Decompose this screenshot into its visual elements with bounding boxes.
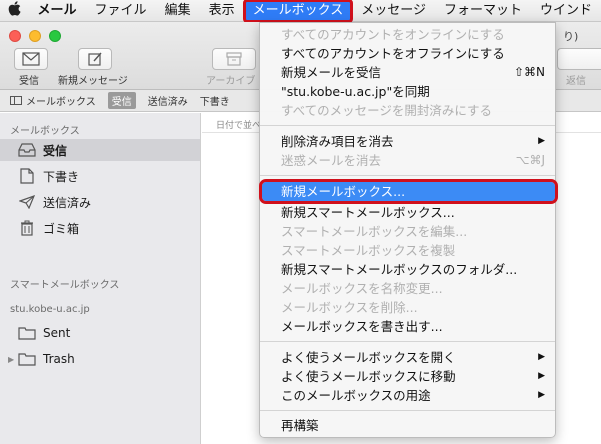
sidebar-item-trash[interactable]: ゴミ箱 [0, 217, 200, 239]
menu-item-erase-junk: 迷惑メールを消去 ⌥⌘J [260, 151, 555, 170]
new-message-label: 新規メッセージ [58, 76, 128, 87]
new-message-button[interactable] [78, 48, 112, 70]
menu-edit[interactable]: 編集 [156, 0, 200, 22]
menu-item-label: 迷惑メールを消去 [281, 153, 382, 168]
menu-item-all-offline[interactable]: すべてのアカウントをオフラインにする [260, 44, 555, 63]
menu-item-new-mailbox[interactable]: 新規メールボックス... [259, 179, 558, 204]
window-title-fragment: り) [563, 30, 579, 43]
menu-item-shortcut: ⇧⌘N [513, 65, 545, 79]
menu-item-label: 削除済み項目を消去 [281, 134, 394, 149]
folder-icon [18, 325, 36, 341]
sidebar-item-inbox[interactable]: 受信 [0, 139, 200, 161]
favorites-sent[interactable]: 送信済み [148, 93, 188, 108]
sidebar-account-header[interactable]: stu.kobe-u.ac.jp [10, 304, 90, 315]
menu-view[interactable]: 表示 [200, 0, 244, 22]
menu-item-edit-smart-mailbox: スマートメールボックスを編集... [281, 224, 468, 239]
reply-label: 返信 [566, 76, 586, 87]
menu-item-erase-deleted[interactable]: 削除済み項目を消去 ▶ [260, 132, 555, 151]
menu-message[interactable]: メッセージ [352, 0, 435, 22]
menu-item-use-this-mailbox-for[interactable]: このメールボックスの用途 ▶ [260, 386, 555, 405]
menu-item-rebuild[interactable]: 再構築 [260, 416, 555, 435]
menu-bar: メール ファイル 編集 表示 メールボックス メッセージ フォーマット ウインド [0, 0, 601, 23]
favorites-inbox[interactable]: 受信 [107, 92, 136, 109]
menu-item-label: よく使うメールボックスを開く [281, 350, 456, 365]
submenu-arrow-icon: ▶ [538, 136, 545, 146]
menu-mailbox[interactable]: メールボックス [242, 0, 354, 23]
sidebar: メールボックス 受信 下書き 送信済み ゴミ箱 スマートメールボックス stu.… [0, 113, 201, 444]
menu-item-go-to-favorite[interactable]: よく使うメールボックスを開く ▶ [260, 348, 555, 367]
submenu-arrow-icon: ▶ [538, 371, 545, 381]
menu-item-duplicate-smart-mailbox: スマートメールボックスを複製 [281, 243, 456, 258]
menu-item-mark-all-read: すべてのメッセージを開封済みにする [281, 103, 493, 118]
menu-window[interactable]: ウインド [531, 0, 601, 22]
compose-icon [88, 52, 102, 66]
inbox-tray-icon [18, 142, 36, 158]
favorites-drafts[interactable]: 下書き [200, 93, 230, 108]
close-window-button[interactable] [9, 30, 21, 42]
sidebar-toggle-icon [10, 96, 22, 105]
envelope-icon [22, 52, 40, 66]
menu-item-shortcut: ⌥⌘J [515, 153, 545, 167]
menu-separator [260, 125, 555, 126]
menu-separator [260, 341, 555, 342]
menu-item-new-smart-mailbox-folder[interactable]: 新規スマートメールボックスのフォルダ... [260, 260, 555, 279]
menu-item-label: 新規メールを受信 [281, 65, 382, 80]
menu-item-label: よく使うメールボックスに移動 [281, 369, 456, 384]
paper-plane-icon [18, 194, 36, 210]
mailbox-menu-dropdown: すべてのアカウントをオンラインにする すべてのアカウントをオフラインにする 新規… [259, 22, 558, 438]
menu-item-rename-mailbox: メールボックスを名称変更... [281, 281, 443, 296]
apple-menu-icon[interactable] [0, 1, 29, 20]
sidebar-item-sent-folder[interactable]: Sent [0, 322, 200, 344]
archive-button[interactable] [212, 48, 256, 70]
sidebar-item-label: ゴミ箱 [43, 221, 80, 236]
menu-mail[interactable]: メール [29, 0, 86, 22]
folder-icon [18, 351, 36, 367]
document-icon [18, 168, 36, 184]
menu-file[interactable]: ファイル [86, 0, 156, 22]
zoom-window-button[interactable] [49, 30, 61, 42]
disclosure-triangle-icon[interactable]: ▶ [8, 355, 14, 364]
menu-separator [260, 410, 555, 411]
minimize-window-button[interactable] [29, 30, 41, 42]
submenu-arrow-icon: ▶ [538, 390, 545, 400]
get-mail-label: 受信 [19, 76, 39, 87]
sidebar-smart-mailboxes-header[interactable]: スマートメールボックス [10, 276, 119, 291]
sidebar-item-trash-folder[interactable]: ▶ Trash [0, 348, 200, 370]
sidebar-item-drafts[interactable]: 下書き [0, 165, 200, 187]
trash-icon [18, 220, 36, 236]
archive-box-icon [226, 52, 242, 66]
sidebar-item-label: Trash [43, 352, 75, 366]
favorites-mailboxes-button[interactable]: メールボックス [10, 93, 96, 108]
sidebar-item-label: 受信 [43, 143, 68, 158]
menu-format[interactable]: フォーマット [435, 0, 531, 22]
menu-separator [260, 175, 555, 176]
sidebar-item-label: 送信済み [43, 195, 92, 210]
menu-item-label: このメールボックスの用途 [281, 388, 431, 403]
menu-item-new-smart-mailbox[interactable]: 新規スマートメールボックス... [260, 203, 555, 222]
sidebar-item-label: 下書き [43, 169, 80, 184]
menu-item-export-mailbox[interactable]: メールボックスを書き出す... [260, 317, 555, 336]
submenu-arrow-icon: ▶ [538, 352, 545, 362]
menu-item-delete-mailbox: メールボックスを削除... [281, 300, 418, 315]
archive-label: アーカイブ [206, 76, 256, 87]
menu-item-move-to-favorite[interactable]: よく使うメールボックスに移動 ▶ [260, 367, 555, 386]
get-mail-button[interactable] [14, 48, 48, 70]
menu-item-sync-account[interactable]: "stu.kobe-u.ac.jp"を同期 [260, 82, 555, 101]
sidebar-mailboxes-header: メールボックス [10, 126, 80, 137]
sidebar-item-sent[interactable]: 送信済み [0, 191, 200, 213]
favorites-mailboxes-label: メールボックス [26, 97, 96, 108]
menu-item-get-new-mail[interactable]: 新規メールを受信 ⇧⌘N [260, 63, 555, 82]
menu-item-all-online: すべてのアカウントをオンラインにする [281, 27, 505, 42]
reply-button[interactable] [557, 48, 601, 70]
sidebar-item-label: Sent [43, 326, 71, 340]
